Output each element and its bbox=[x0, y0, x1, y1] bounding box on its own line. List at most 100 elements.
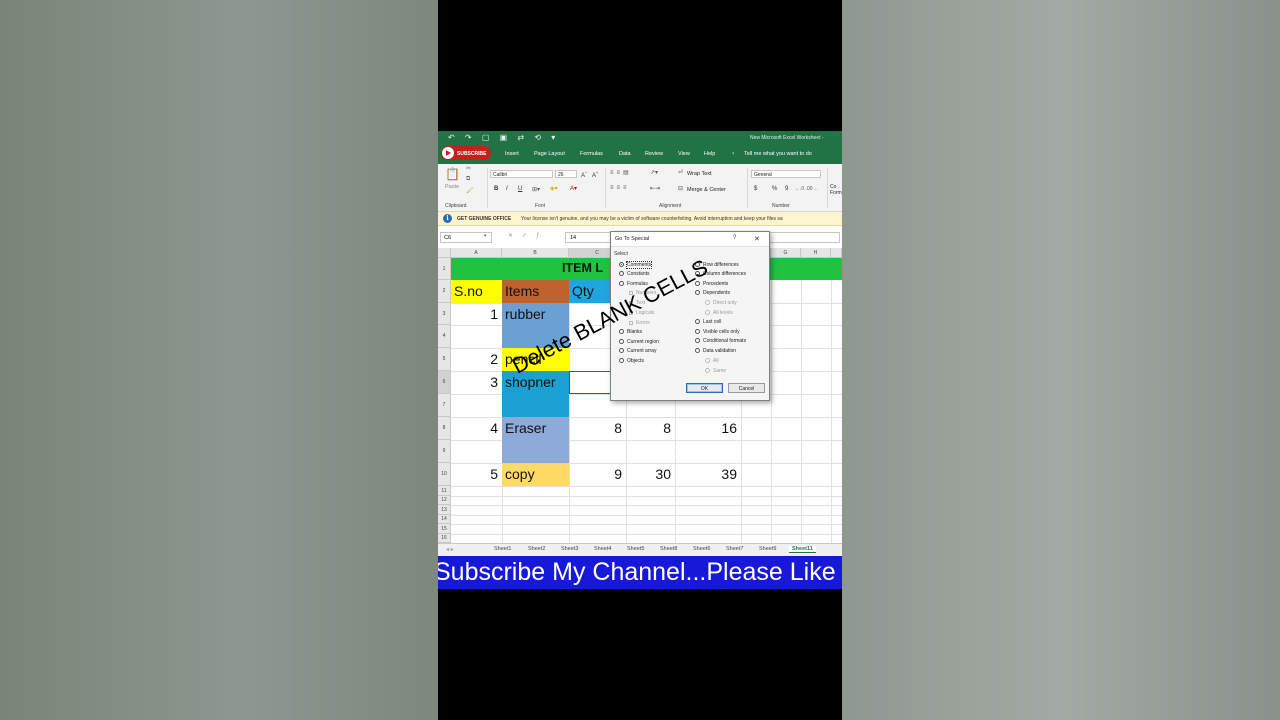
option-conditional-formats[interactable]: Conditional formats bbox=[695, 338, 746, 344]
wrap-text-icon[interactable]: ⏎ bbox=[678, 169, 683, 176]
sheet-tab[interactable]: Sheet7 bbox=[726, 546, 743, 552]
header-cell-items[interactable]: Items bbox=[502, 280, 569, 303]
row-header[interactable]: 9 bbox=[438, 440, 451, 463]
qty-cell[interactable]: 8 bbox=[569, 417, 626, 440]
vertical-align-icons[interactable]: ≡≡▤ bbox=[610, 169, 632, 176]
cancel-button[interactable]: Cancel bbox=[728, 383, 765, 393]
sno-cell[interactable]: 1 bbox=[451, 303, 502, 325]
option-last-cell[interactable]: Last cell bbox=[695, 319, 721, 325]
tab-data[interactable]: Data bbox=[619, 151, 631, 157]
sheet-nav-arrows[interactable]: ◂ ▸ bbox=[446, 546, 454, 553]
sheet-tab[interactable]: Sheet2 bbox=[528, 546, 545, 552]
option-data-validation[interactable]: Data validation bbox=[695, 348, 736, 354]
sno-cell[interactable]: 3 bbox=[451, 371, 502, 394]
checkbox-errors[interactable]: Errors bbox=[629, 320, 650, 326]
option-current-region[interactable]: Current region bbox=[619, 339, 659, 345]
decimal-icons[interactable]: ←.0 .00→ bbox=[795, 186, 818, 192]
sno-cell[interactable]: 5 bbox=[451, 463, 502, 486]
grow-font-icon[interactable]: A^ bbox=[581, 170, 587, 179]
tab-review[interactable]: Review bbox=[645, 151, 663, 157]
row-header[interactable]: 7 bbox=[438, 394, 451, 417]
row-header[interactable]: 14 bbox=[438, 515, 451, 524]
column-header-h[interactable]: H bbox=[801, 248, 831, 258]
italic-button[interactable]: I bbox=[506, 186, 508, 192]
column-header-b[interactable]: B bbox=[502, 248, 569, 258]
close-icon[interactable]: ✕ bbox=[754, 235, 760, 243]
row-header[interactable]: 2 bbox=[438, 280, 451, 303]
fill-color-icon[interactable]: ◈▾ bbox=[550, 185, 558, 192]
option-all-levels[interactable]: All levels bbox=[705, 310, 733, 316]
quick-access-toolbar[interactable]: ↶ ↷ ▢ ▣ ⇄ ⟲ ▾ bbox=[448, 133, 559, 142]
indent-icons[interactable]: ⇤⇥ bbox=[650, 185, 660, 192]
header-cell-sno[interactable]: S.no bbox=[451, 280, 502, 303]
tab-view[interactable]: View bbox=[678, 151, 690, 157]
row-header[interactable]: 4 bbox=[438, 325, 451, 348]
merge-center-icon[interactable]: ⊟ bbox=[678, 185, 683, 192]
font-size-select[interactable]: 26 bbox=[555, 170, 577, 178]
option-objects[interactable]: Objects bbox=[619, 358, 644, 364]
option-validation-same[interactable]: Same bbox=[705, 368, 726, 374]
merge-center-button[interactable]: Merge & Center bbox=[687, 187, 726, 193]
sheet-tab-active[interactable]: Sheet11 bbox=[789, 546, 816, 553]
select-all-corner[interactable] bbox=[438, 248, 451, 258]
row-header[interactable]: 13 bbox=[438, 505, 451, 515]
font-name-select[interactable]: Calibri bbox=[490, 170, 553, 178]
item-cell[interactable]: Eraser bbox=[502, 417, 569, 463]
option-blanks[interactable]: Blanks bbox=[619, 329, 642, 335]
total-cell[interactable]: 16 bbox=[675, 417, 741, 440]
number-format-select[interactable]: General bbox=[751, 170, 821, 178]
row-header[interactable]: 8 bbox=[438, 417, 451, 440]
item-cell[interactable]: copy bbox=[502, 463, 569, 486]
value-cell[interactable]: 30 bbox=[626, 463, 675, 486]
row-header[interactable]: 5 bbox=[438, 348, 451, 371]
sheet-tab[interactable]: Sheet9 bbox=[759, 546, 776, 552]
tab-formulas[interactable]: Formulas bbox=[580, 151, 603, 157]
row-header[interactable]: 3 bbox=[438, 303, 451, 325]
conditional-formatting-button[interactable]: Co Form bbox=[830, 184, 842, 196]
row-header[interactable]: 10 bbox=[438, 463, 451, 486]
sheet-tab[interactable]: Sheet6 bbox=[693, 546, 710, 552]
name-box-dropdown-icon[interactable]: ▾ bbox=[484, 233, 487, 239]
currency-button[interactable]: $ bbox=[754, 186, 757, 192]
item-cell[interactable]: shopner bbox=[502, 371, 569, 417]
tab-page-layout[interactable]: Page Layout bbox=[534, 151, 565, 157]
paste-icon[interactable]: 📋 bbox=[445, 167, 460, 181]
wrap-text-button[interactable]: Wrap Text bbox=[687, 171, 712, 177]
bold-button[interactable]: B bbox=[494, 186, 498, 192]
shrink-font-icon[interactable]: A˅ bbox=[592, 170, 598, 179]
percent-button[interactable]: % bbox=[772, 186, 777, 192]
comma-button[interactable]: 9 bbox=[785, 186, 788, 192]
option-visible-cells-only[interactable]: Visible cells only bbox=[695, 329, 740, 335]
option-validation-all[interactable]: All bbox=[705, 358, 719, 364]
horizontal-align-icons[interactable]: ≡≡≡ bbox=[610, 185, 630, 191]
orientation-icon[interactable]: ↗▾ bbox=[650, 169, 658, 176]
qty-cell[interactable]: 9 bbox=[569, 463, 626, 486]
tab-insert[interactable]: Insert bbox=[505, 151, 519, 157]
subscribe-badge[interactable]: SUBSCRIBE bbox=[441, 146, 491, 160]
tab-help[interactable]: Help bbox=[704, 151, 715, 157]
font-color-icon[interactable]: A▾ bbox=[570, 185, 577, 192]
row-header[interactable]: 1 bbox=[438, 258, 451, 280]
sno-cell[interactable]: 4 bbox=[451, 417, 502, 440]
option-constants[interactable]: Constants bbox=[619, 271, 650, 277]
sheet-tab[interactable]: Sheet5 bbox=[627, 546, 644, 552]
underline-button[interactable]: U bbox=[518, 186, 522, 192]
column-header-g[interactable]: G bbox=[771, 248, 801, 258]
option-current-array[interactable]: Current array bbox=[619, 348, 656, 354]
sheet-tab[interactable]: Sheet1 bbox=[494, 546, 511, 552]
sheet-tab[interactable]: Sheet8 bbox=[660, 546, 677, 552]
copy-icon[interactable]: ⧉ bbox=[466, 176, 470, 183]
sheet-tab[interactable]: Sheet4 bbox=[594, 546, 611, 552]
row-header[interactable]: 12 bbox=[438, 496, 451, 505]
total-cell[interactable]: 39 bbox=[675, 463, 741, 486]
sno-cell[interactable]: 2 bbox=[451, 348, 502, 371]
column-header-i[interactable] bbox=[831, 248, 842, 258]
formula-bar-buttons[interactable]: ✕✓ƒ bbox=[508, 232, 548, 239]
borders-icon[interactable]: ⊞▾ bbox=[532, 186, 540, 193]
cut-icon[interactable]: ✂ bbox=[466, 165, 471, 172]
format-painter-icon[interactable]: 🖌 bbox=[466, 187, 474, 194]
tell-me-search[interactable]: Tell me what you want to do bbox=[744, 151, 812, 157]
sheet-tab[interactable]: Sheet3 bbox=[561, 546, 578, 552]
option-dependents[interactable]: Dependents bbox=[695, 290, 730, 296]
row-header[interactable]: 6 bbox=[438, 371, 451, 394]
